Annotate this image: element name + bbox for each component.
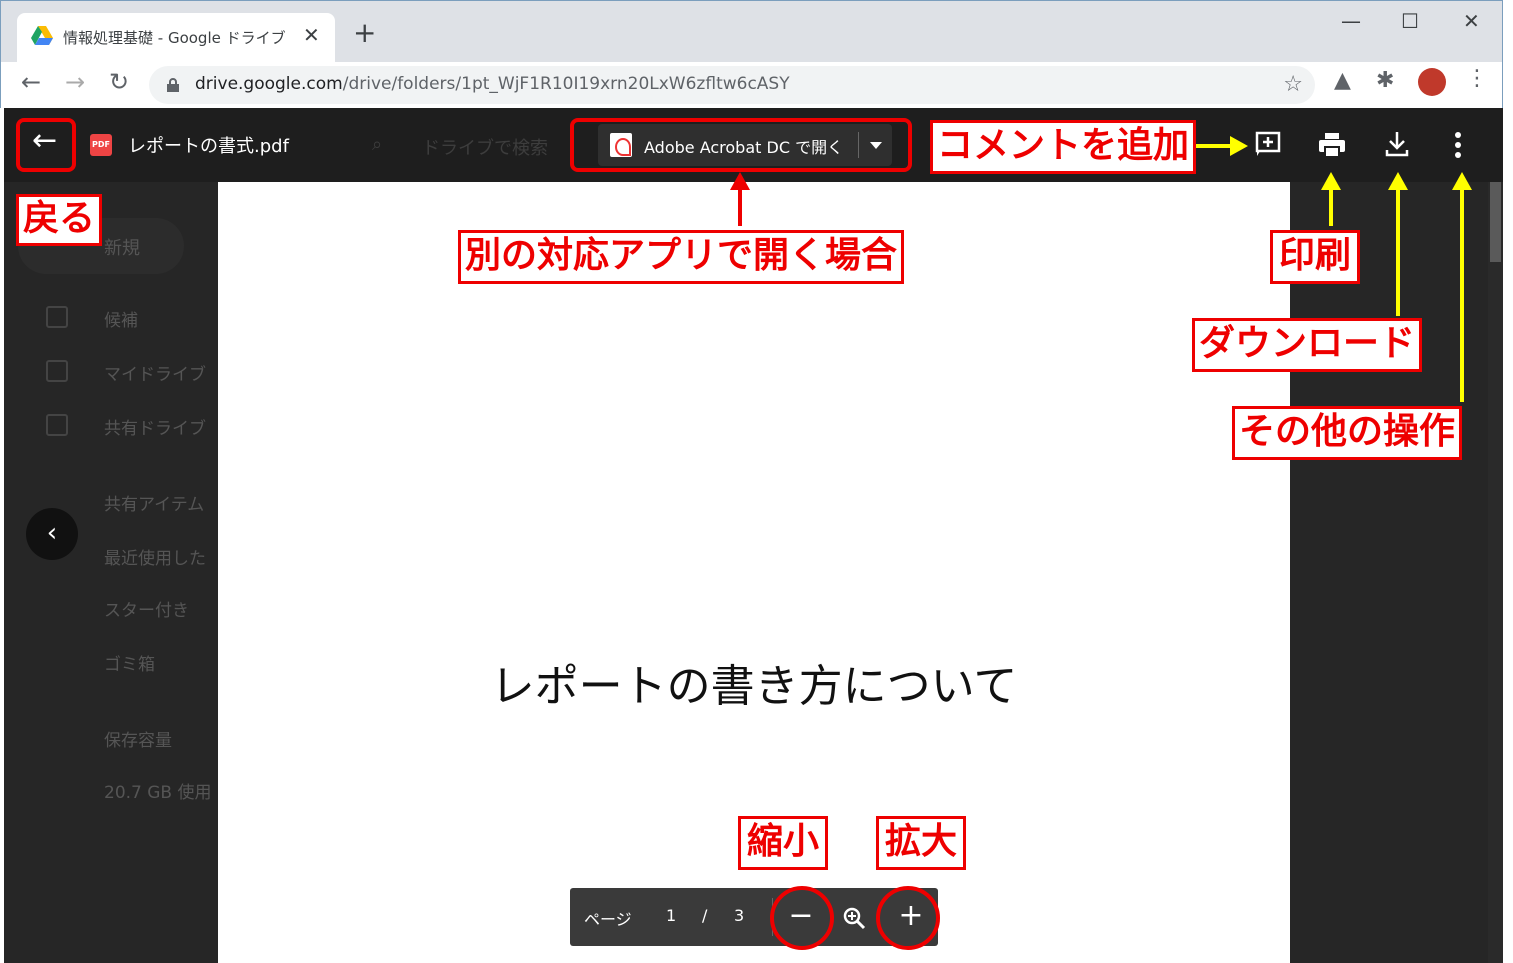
open-with-highlight-box [570, 118, 912, 172]
add-comment-icon[interactable] [1254, 130, 1282, 158]
tab-strip: 情報処理基礎 - Google ドライブ ✕ + — ☐ ✕ [0, 0, 1503, 63]
puzzle-extension-icon[interactable]: ✱ [1376, 68, 1394, 93]
current-page[interactable]: 1 [666, 906, 676, 925]
annotation-add-comment: コメントを追加 [930, 120, 1197, 174]
sidebar-item-shared-items: 共有アイテム [104, 495, 205, 515]
drive-extension-icon[interactable]: ▲ [1334, 68, 1351, 93]
drive-right-rail-dimmed [1288, 182, 1503, 962]
zoom-out-highlight-circle [770, 886, 834, 950]
drive-sidebar-dimmed: 新規 候補 マイドライブ 共有ドライブ 共有アイテム 最近使用した スター付き … [4, 182, 218, 962]
page-heading: レポートの書き方について [490, 661, 1018, 712]
sidebar-item-suggest: 候補 [104, 311, 138, 331]
annotation-zoom-in: 拡大 [876, 816, 967, 870]
more-vert-icon[interactable] [1452, 130, 1464, 160]
prev-chevron-icon[interactable]: ‹ [26, 508, 78, 560]
search-hint: ドライブで検索 [422, 138, 548, 159]
print-icon[interactable] [1318, 132, 1346, 158]
my-drive-icon [46, 360, 68, 382]
tab-title: 情報処理基礎 - Google ドライブ [63, 29, 286, 47]
page-label: ページ [584, 910, 632, 929]
total-pages: 3 [734, 906, 745, 925]
pdf-file-icon: PDF [90, 134, 112, 156]
profile-avatar[interactable] [1418, 68, 1446, 96]
browser-menu-icon[interactable]: ⋮ [1466, 66, 1488, 91]
sidebar-item-storage: 保存容量 [104, 731, 172, 751]
sidebar-item-trash: ゴミ箱 [104, 655, 155, 675]
annotation-back: 戻る [16, 194, 103, 246]
minimize-icon[interactable]: — [1341, 9, 1361, 33]
browser-tab[interactable]: 情報処理基礎 - Google ドライブ ✕ [17, 13, 335, 63]
annotation-zoom-out: 縮小 [738, 816, 829, 870]
zoom-icon [843, 907, 866, 930]
tab-close-icon[interactable]: ✕ [303, 23, 320, 47]
back-arrow-icon[interactable]: ← [21, 68, 41, 96]
annotation-print: 印刷 [1270, 230, 1361, 284]
suggest-icon [46, 306, 68, 328]
sidebar-item-starred: スター付き [104, 601, 189, 621]
new-tab-button[interactable]: + [353, 19, 376, 47]
download-icon[interactable] [1384, 130, 1410, 158]
shared-drive-icon [46, 414, 68, 436]
sidebar-item-my-drive: マイドライブ [104, 365, 206, 385]
storage-usage: 20.7 GB 使用 [104, 783, 212, 803]
sidebar-item-shared-drive: 共有ドライブ [104, 419, 206, 439]
search-icon: ⌕ [372, 134, 383, 155]
browser-toolbar: ← → ↻ drive.google.com/drive/folders/1pt… [0, 62, 1503, 108]
maximize-icon[interactable]: ☐ [1401, 9, 1419, 33]
lock-icon [167, 78, 179, 92]
forward-arrow-icon[interactable]: → [65, 68, 85, 96]
reload-icon[interactable]: ↻ [109, 68, 129, 96]
sidebar-item-recent: 最近使用した [104, 549, 206, 569]
annotation-open-with: 別の対応アプリで開く場合 [458, 230, 905, 284]
file-name: レポートの書式.pdf [128, 136, 289, 157]
back-highlight-box [16, 118, 76, 172]
url-text: drive.google.com/drive/folders/1pt_WjF1R… [195, 74, 790, 94]
bookmark-star-icon[interactable]: ☆ [1283, 72, 1303, 97]
close-window-icon[interactable]: ✕ [1463, 9, 1480, 33]
zoom-in-highlight-circle [876, 886, 940, 950]
google-drive-icon [31, 26, 53, 45]
page-separator: / [702, 906, 708, 925]
annotation-download: ダウンロード [1192, 318, 1423, 372]
address-bar[interactable]: drive.google.com/drive/folders/1pt_WjF1R… [149, 66, 1315, 104]
annotation-more: その他の操作 [1232, 406, 1463, 460]
